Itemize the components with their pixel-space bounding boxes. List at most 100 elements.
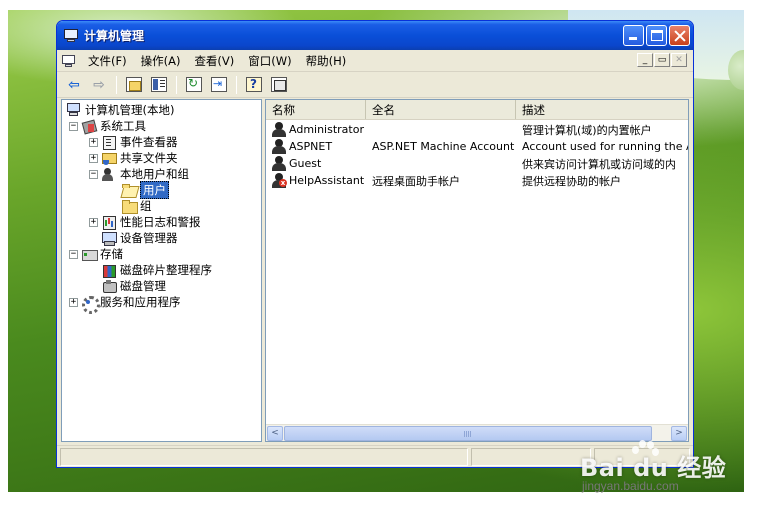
export-list-button[interactable] bbox=[208, 75, 230, 95]
tree-item-shared-folders[interactable]: + 共享文件夹 bbox=[89, 150, 178, 166]
user-row[interactable]: Administrator 管理计算机(域)的内置帐户 bbox=[266, 121, 688, 138]
toolbar-separator bbox=[116, 75, 117, 94]
grip-icon bbox=[464, 431, 472, 437]
column-header-name[interactable]: 名称 bbox=[266, 100, 366, 119]
user-description: 管理计算机(域)的内置帐户 bbox=[522, 123, 652, 137]
tree-label: 组 bbox=[140, 199, 152, 213]
computer-icon bbox=[66, 103, 82, 117]
tree-label: 磁盘管理 bbox=[120, 279, 166, 293]
status-cell bbox=[60, 448, 468, 466]
scroll-right-button[interactable]: > bbox=[671, 426, 687, 441]
scroll-left-button[interactable]: < bbox=[267, 426, 283, 441]
user-icon bbox=[271, 156, 287, 171]
up-one-level-button[interactable] bbox=[123, 75, 145, 95]
storage-icon bbox=[81, 247, 98, 261]
close-button[interactable] bbox=[669, 25, 690, 46]
user-description: 提供远程协助的帐户 bbox=[522, 174, 621, 188]
tree-item-root[interactable]: 计算机管理(本地) bbox=[66, 102, 174, 118]
tree-item-event-viewer[interactable]: + 事件查看器 bbox=[89, 134, 178, 150]
tree-item-local-users-groups[interactable]: − 本地用户和组 bbox=[89, 166, 189, 182]
user-name: Administrator bbox=[289, 123, 364, 136]
tree-item-disk-management[interactable]: 磁盘管理 bbox=[101, 278, 166, 294]
user-icon bbox=[271, 139, 287, 154]
mmc-icon bbox=[271, 77, 287, 92]
tree-item-services-apps[interactable]: + 服务和应用程序 bbox=[69, 294, 181, 314]
performance-logs-icon bbox=[101, 215, 117, 230]
disk-management-icon bbox=[101, 279, 117, 293]
help-properties-icon bbox=[246, 77, 262, 92]
user-row[interactable]: x HelpAssistant 远程桌面助手帐户 提供远程协助的帐户 bbox=[266, 172, 688, 189]
collapse-toggle[interactable]: − bbox=[69, 121, 78, 131]
user-full-name: 远程桌面助手帐户 bbox=[372, 174, 460, 188]
menu-help[interactable]: 帮助(H) bbox=[299, 53, 354, 69]
computer-management-window: 计算机管理 文件(F) 操作(A) 查看(V) 窗口(W) 帮助(H) _ ▭ … bbox=[56, 20, 694, 468]
column-header-description[interactable]: 描述 bbox=[516, 100, 688, 119]
baidu-jingyan-watermark: Bai du 经验 jingyan.baidu.com bbox=[580, 440, 726, 493]
refresh-button[interactable] bbox=[183, 75, 205, 95]
collapse-toggle[interactable]: − bbox=[69, 249, 78, 259]
scrollbar-thumb[interactable] bbox=[284, 426, 652, 441]
mmc-button[interactable] bbox=[268, 75, 290, 95]
details-pane: 名称 全名 描述 Administrator 管理计算机(域)的内置帐户 ASP… bbox=[265, 99, 689, 442]
user-name: HelpAssistant bbox=[289, 174, 365, 187]
list-header: 名称 全名 描述 bbox=[266, 100, 688, 120]
menu-bar: 文件(F) 操作(A) 查看(V) 窗口(W) 帮助(H) _ ▭ ✕ bbox=[57, 50, 693, 72]
child-window-controls: _ ▭ ✕ bbox=[637, 53, 687, 67]
user-row[interactable]: ASPNET ASP.NET Machine Account Account u… bbox=[266, 138, 688, 155]
device-manager-icon bbox=[101, 231, 117, 246]
child-minimize-button[interactable]: _ bbox=[637, 53, 653, 67]
console-tree: 计算机管理(本地) − 系统工具 + 事件查看器 + 共享文件夹 − 本地用户和… bbox=[61, 99, 262, 442]
menu-action[interactable]: 操作(A) bbox=[134, 53, 188, 69]
disabled-user-icon: x bbox=[271, 173, 287, 188]
column-header-full-name[interactable]: 全名 bbox=[366, 100, 516, 119]
tree-item-groups[interactable]: 组 bbox=[121, 198, 152, 214]
show-hide-tree-button[interactable] bbox=[148, 75, 170, 95]
expand-toggle[interactable]: + bbox=[89, 153, 98, 163]
shared-folder-icon bbox=[101, 151, 117, 165]
horizontal-scrollbar[interactable]: < > bbox=[266, 424, 688, 441]
user-icon bbox=[271, 122, 287, 137]
up-one-level-icon bbox=[126, 77, 142, 92]
title-bar[interactable]: 计算机管理 bbox=[57, 21, 693, 50]
expand-toggle[interactable]: + bbox=[89, 137, 98, 147]
expand-toggle[interactable]: + bbox=[89, 217, 98, 227]
tree-label: 本地用户和组 bbox=[120, 167, 189, 181]
collapse-toggle[interactable]: − bbox=[89, 169, 98, 179]
window-controls bbox=[623, 25, 690, 46]
users-icon bbox=[101, 167, 117, 181]
user-row[interactable]: Guest 供来宾访问计算机或访问域的内 bbox=[266, 155, 688, 172]
tree-item-storage[interactable]: − 存储 bbox=[69, 246, 123, 262]
back-arrow-icon[interactable]: ⇦ bbox=[63, 75, 85, 95]
user-name: Guest bbox=[289, 157, 322, 170]
tree-item-defrag[interactable]: 磁盘碎片整理程序 bbox=[101, 262, 212, 278]
child-close-button[interactable]: ✕ bbox=[671, 53, 687, 67]
folder-icon bbox=[121, 199, 138, 214]
tree-label: 服务和应用程序 bbox=[100, 295, 181, 309]
minimize-button[interactable] bbox=[623, 25, 644, 46]
tree-item-perf-logs[interactable]: + 性能日志和警报 bbox=[89, 214, 201, 230]
services-icon bbox=[81, 295, 100, 314]
menu-view[interactable]: 查看(V) bbox=[187, 53, 241, 69]
child-restore-button[interactable]: ▭ bbox=[654, 53, 670, 67]
help-button[interactable] bbox=[243, 75, 265, 95]
tree-item-system-tools[interactable]: − 系统工具 bbox=[69, 118, 146, 134]
menu-window[interactable]: 窗口(W) bbox=[241, 53, 298, 69]
computer-icon bbox=[63, 28, 79, 43]
defrag-icon bbox=[101, 263, 117, 278]
user-name: ASPNET bbox=[289, 140, 333, 153]
menu-file[interactable]: 文件(F) bbox=[81, 53, 134, 69]
forward-arrow-icon[interactable]: ⇨ bbox=[88, 75, 110, 95]
status-cell bbox=[471, 448, 591, 466]
tree-label-selected: 用户 bbox=[140, 181, 169, 199]
window-title: 计算机管理 bbox=[84, 29, 145, 43]
mmc-system-menu-icon[interactable] bbox=[61, 54, 77, 68]
tree-item-users[interactable]: 用户 bbox=[121, 181, 169, 199]
tree-label: 系统工具 bbox=[100, 119, 146, 133]
maximize-button[interactable] bbox=[646, 25, 667, 46]
tree-label: 设备管理器 bbox=[120, 231, 178, 245]
paw-icon bbox=[630, 440, 659, 464]
user-description: 供来宾访问计算机或访问域的内 bbox=[522, 157, 676, 171]
minimize-icon bbox=[629, 37, 637, 40]
tree-item-device-manager[interactable]: 设备管理器 bbox=[101, 230, 178, 246]
expand-toggle[interactable]: + bbox=[69, 297, 78, 307]
